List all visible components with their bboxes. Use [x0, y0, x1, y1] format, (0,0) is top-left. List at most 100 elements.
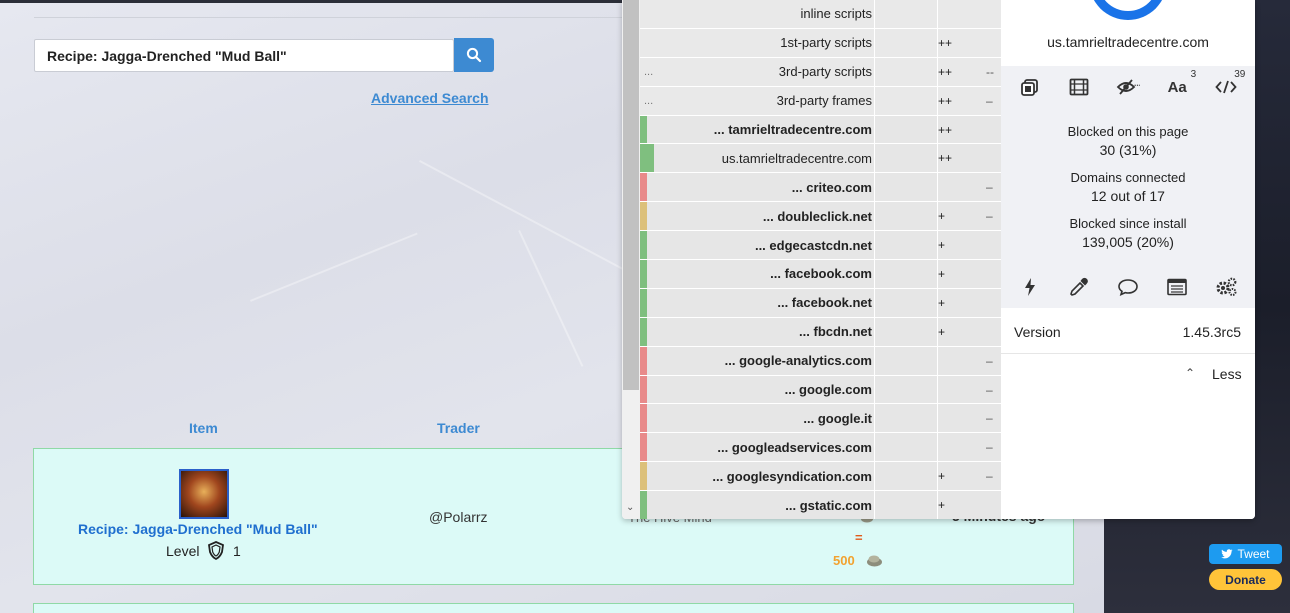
less-button[interactable]: ⌃ Less [1001, 354, 1255, 394]
firewall-hostname: ... google.it [803, 410, 872, 426]
firewall-row[interactable]: ... fbcdn.net + [640, 317, 1001, 347]
blocked-page-value: 30 (31%) [1099, 142, 1157, 158]
background-lightning [518, 230, 584, 367]
firewall-row[interactable]: ... criteo.com – [640, 173, 1001, 203]
allowed-count: + [938, 266, 946, 281]
firewall-row[interactable]: ... 3rd-party frames ++ – [640, 86, 1001, 116]
firewall-hostname: ... facebook.com [770, 266, 872, 282]
column-divider [937, 404, 938, 433]
firewall-hostname: ... googlesyndication.com [712, 468, 872, 484]
zapper-button[interactable] [1013, 272, 1047, 302]
blocked-install-label: Blocked since install [1069, 216, 1187, 231]
request-status-bar [640, 462, 647, 491]
column-header-trader[interactable]: Trader [437, 420, 480, 436]
column-divider [874, 57, 875, 86]
donate-button[interactable]: Donate [1209, 569, 1282, 590]
logger-button[interactable] [1160, 272, 1194, 302]
column-divider [874, 346, 875, 375]
firewall-hostname: ... googleadservices.com [717, 439, 872, 455]
less-label: Less [1212, 366, 1242, 382]
column-divider [874, 375, 875, 404]
firewall-row[interactable]: us.tamrieltradecentre.com ++ [640, 144, 1001, 174]
list-icon [1167, 278, 1187, 296]
picker-button[interactable] [1062, 272, 1096, 302]
advanced-search-link[interactable]: Advanced Search [371, 90, 489, 106]
firewall-row[interactable]: 1st-party scripts ++ [640, 28, 1001, 58]
column-divider [874, 28, 875, 57]
allowed-count: ++ [938, 93, 953, 108]
chevron-up-icon: ⌃ [1185, 366, 1196, 380]
scroll-down-arrow-icon[interactable]: ⌄ [626, 502, 634, 513]
firewall-scrollbar[interactable]: ⌄ [622, 0, 640, 519]
firewall-hostname: ... edgecastcdn.net [754, 237, 872, 253]
firewall-row[interactable]: ... googleadservices.com – [640, 433, 1001, 463]
allowed-count: ++ [938, 35, 953, 50]
column-divider [937, 433, 938, 462]
item-name-link[interactable]: Recipe: Jagga-Drenched "Mud Ball" [78, 521, 318, 537]
firewall-row[interactable]: ... doubleclick.net + – [640, 202, 1001, 232]
firewall-row[interactable]: ... facebook.net + [640, 288, 1001, 318]
gold-icon [867, 555, 882, 567]
power-switch-icon[interactable] [1089, 0, 1167, 20]
trader-name[interactable]: @Polarrz [429, 509, 488, 525]
tweet-button[interactable]: Tweet [1209, 544, 1282, 564]
media-toggle[interactable] [1062, 72, 1096, 102]
firewall-row[interactable]: ... google.it – [640, 404, 1001, 434]
firewall-row[interactable]: ... facebook.com + [640, 260, 1001, 289]
report-button[interactable] [1111, 272, 1145, 302]
chat-bubble-icon [1118, 279, 1138, 296]
dashboard-button[interactable] [1209, 272, 1243, 302]
firewall-hostname: inline scripts [800, 6, 872, 22]
allowed-count: + [938, 324, 946, 339]
column-divider [874, 288, 875, 317]
firewall-row[interactable]: inline scripts [640, 0, 1001, 29]
blocked-count: – [986, 209, 993, 224]
column-divider [874, 202, 875, 231]
column-divider [874, 0, 875, 28]
remote-fonts-toggle[interactable]: Aa 3 [1160, 69, 1197, 102]
firewall-hostname: ... google.com [784, 382, 872, 398]
column-divider [874, 231, 875, 260]
firewall-row[interactable]: ... google-analytics.com – [640, 346, 1001, 376]
firewall-row[interactable]: ... google.com – [640, 375, 1001, 405]
firewall-hostname: ... tamrieltradecentre.com [713, 122, 872, 137]
search-input[interactable]: Recipe: Jagga-Drenched "Mud Ball" [34, 39, 454, 72]
eye-slash-icon: … [1116, 79, 1140, 95]
cosmetic-toggle[interactable]: … [1111, 72, 1145, 102]
firewall-row[interactable]: ... 3rd-party scripts ++ -- [640, 57, 1001, 87]
column-divider [937, 346, 938, 375]
ublock-main-panel: us.tamrieltradecentre.com Aa 3 39 Blocke… [1001, 0, 1255, 519]
eyedropper-icon [1069, 277, 1088, 296]
allowed-count: ++ [938, 122, 953, 137]
request-status-bar [640, 144, 654, 173]
blocked-count: – [986, 180, 993, 195]
allowed-count: + [938, 209, 946, 224]
firewall-hostname: ... criteo.com [791, 179, 872, 195]
firewall-row[interactable]: ... edgecastcdn.net + [640, 231, 1001, 261]
column-divider [874, 491, 875, 519]
column-header-item[interactable]: Item [189, 420, 218, 436]
stats-panel: Blocked on this page 30 (31%) Domains co… [1001, 108, 1255, 266]
firewall-row[interactable]: ... googlesyndication.com + – [640, 462, 1001, 492]
blocked-count: – [986, 469, 993, 484]
gears-icon [1216, 277, 1237, 296]
recipe-item-icon[interactable] [179, 469, 229, 519]
version-row: Version 1.45.3rc5 [1001, 310, 1255, 354]
popups-toggle[interactable] [1013, 72, 1047, 102]
javascript-toggle[interactable]: 39 [1209, 69, 1245, 102]
firewall-hostname: ... fbcdn.net [799, 324, 872, 340]
fonts-count: 3 [1190, 69, 1197, 80]
expand-dots: ... [644, 65, 654, 78]
scrollbar-thumb[interactable] [623, 0, 639, 390]
domains-connected-value: 12 out of 17 [1091, 188, 1165, 204]
firewall-row[interactable]: ... tamrieltradecentre.com ++ [640, 115, 1001, 145]
request-status-bar [640, 115, 647, 144]
blocked-install-value: 139,005 (20%) [1082, 234, 1174, 250]
request-status-bar [640, 173, 647, 202]
request-status-bar [640, 231, 647, 260]
search-button[interactable] [454, 38, 494, 72]
version-label: Version [1014, 324, 1061, 340]
firewall-row[interactable]: ... gstatic.com + [640, 491, 1001, 519]
request-status-bar [640, 317, 647, 346]
column-divider [874, 173, 875, 202]
